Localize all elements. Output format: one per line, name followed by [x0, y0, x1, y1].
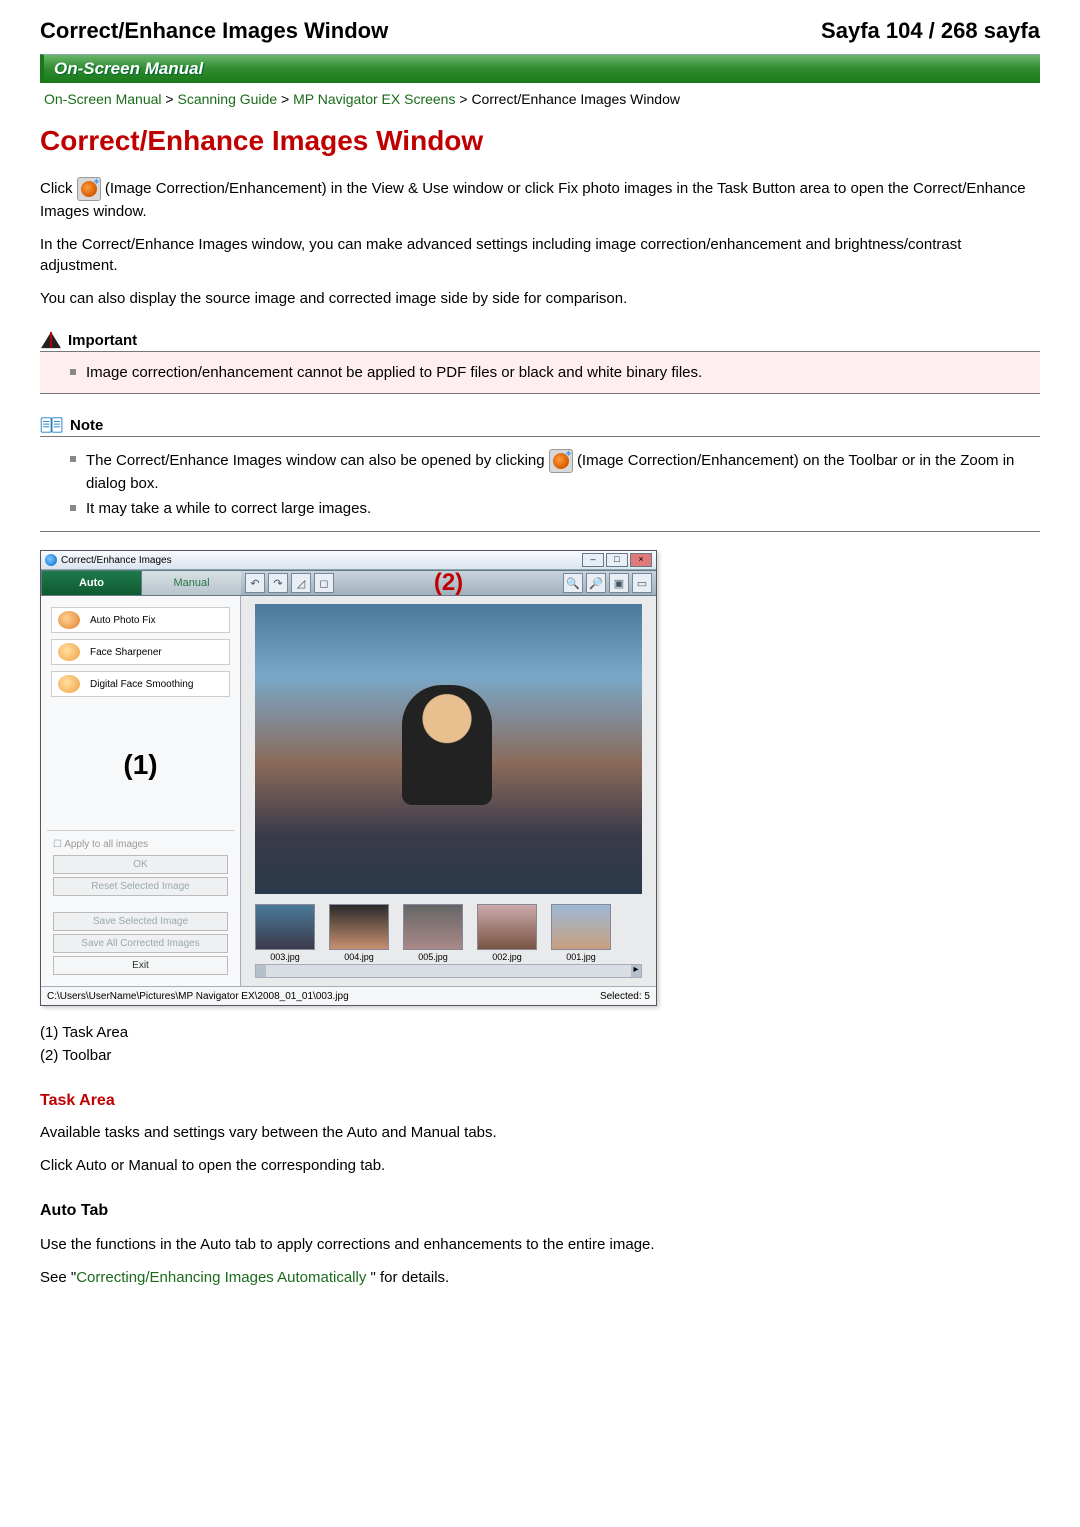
note-label: Note: [70, 417, 103, 434]
horizontal-scrollbar[interactable]: ▸: [255, 964, 642, 978]
intro-click: Click: [40, 180, 77, 197]
auto-photo-fix-button[interactable]: Auto Photo Fix: [51, 607, 230, 633]
breadcrumb-sep: >: [165, 91, 177, 107]
status-selected: Selected: 5: [600, 991, 650, 1002]
app-title-icon: [45, 554, 57, 566]
preview-pane: 003.jpg 004.jpg 005.jpg 002.jpg 001.jpg …: [241, 596, 656, 986]
zoom-out-icon[interactable]: 🔎: [586, 573, 606, 593]
auto-tab-p1: Use the functions in the Auto tab to app…: [40, 1234, 1040, 1255]
header-left: Correct/Enhance Images Window: [40, 18, 388, 44]
breadcrumb-link-1[interactable]: On-Screen Manual: [44, 91, 162, 107]
intro-p1: Click (Image Correction/Enhancement) in …: [40, 177, 1040, 222]
task-area-heading: Task Area: [40, 1092, 1040, 1110]
note-item-2: It may take a while to correct large ima…: [70, 498, 1030, 519]
maximize-button[interactable]: □: [606, 553, 628, 567]
fullscreen-icon[interactable]: ▭: [632, 573, 652, 593]
thumbnail[interactable]: 004.jpg: [329, 904, 389, 962]
important-label: Important: [68, 332, 137, 349]
toolbar: ↶ ↷ ◿ ◻ (2) 🔍 🔎 ▣ ▭: [241, 570, 656, 596]
toolbar-callout: (2): [434, 569, 463, 596]
legend-1: (1) Task Area: [40, 1024, 1040, 1041]
rotate-right-icon[interactable]: ↷: [268, 573, 288, 593]
save-selected-button[interactable]: Save Selected Image: [53, 912, 227, 931]
app-titlebar: Correct/Enhance Images – □ ×: [41, 551, 656, 570]
save-all-button[interactable]: Save All Corrected Images: [53, 934, 227, 953]
intro-after-icon: (Image Correction/Enhancement) in the Vi…: [40, 180, 1026, 220]
thumbnail[interactable]: 005.jpg: [403, 904, 463, 962]
status-path: C:\Users\UserName\Pictures\MP Navigator …: [47, 991, 349, 1002]
correction-enhancement-icon: [77, 177, 101, 201]
manual-bar: On-Screen Manual: [40, 54, 1040, 83]
page-header: Correct/Enhance Images Window Sayfa 104 …: [40, 18, 1040, 44]
breadcrumb-sep: >: [281, 91, 293, 107]
close-button[interactable]: ×: [630, 553, 652, 567]
zoom-in-icon[interactable]: 🔍: [563, 573, 583, 593]
digital-face-smoothing-icon: [58, 675, 80, 693]
app-title: Correct/Enhance Images: [61, 555, 172, 566]
breadcrumb-sep: >: [459, 91, 471, 107]
ok-button[interactable]: OK: [53, 855, 227, 874]
correction-enhancement-icon: [549, 449, 573, 473]
task-pane: Auto Photo Fix Face Sharpener Digital Fa…: [41, 596, 241, 986]
app-window: Correct/Enhance Images – □ × Auto Manual…: [40, 550, 657, 1006]
important-callout: Important Image correction/enhancement c…: [40, 331, 1040, 394]
status-bar: C:\Users\UserName\Pictures\MP Navigator …: [41, 986, 656, 1005]
task-area-p2: Click Auto or Manual to open the corresp…: [40, 1155, 1040, 1176]
note-callout: Note The Correct/Enhance Images window c…: [40, 416, 1040, 532]
auto-tab-heading: Auto Tab: [40, 1202, 1040, 1220]
auto-photo-fix-icon: [58, 611, 80, 629]
thumbnail[interactable]: 002.jpg: [477, 904, 537, 962]
page-title: Correct/Enhance Images Window: [40, 125, 1040, 157]
task-area-p1: Available tasks and settings vary betwee…: [40, 1122, 1040, 1143]
note-item-1: The Correct/Enhance Images window can al…: [70, 449, 1030, 494]
apply-all-checkbox[interactable]: ☐ Apply to all images: [47, 837, 234, 852]
task-callout: (1): [47, 700, 234, 830]
digital-face-smoothing-button[interactable]: Digital Face Smoothing: [51, 671, 230, 697]
intro-p2: In the Correct/Enhance Images window, yo…: [40, 234, 1040, 276]
rotate-left-icon[interactable]: ↶: [245, 573, 265, 593]
flip-icon[interactable]: ◿: [291, 573, 311, 593]
intro-p3: You can also display the source image an…: [40, 288, 1040, 309]
thumbnail[interactable]: 001.jpg: [551, 904, 611, 962]
face-sharpener-button[interactable]: Face Sharpener: [51, 639, 230, 665]
reset-button[interactable]: Reset Selected Image: [53, 877, 227, 896]
tab-auto[interactable]: Auto: [41, 570, 142, 596]
breadcrumb-current: Correct/Enhance Images Window: [471, 91, 680, 107]
breadcrumb-link-3[interactable]: MP Navigator EX Screens: [293, 91, 455, 107]
breadcrumb-link-2[interactable]: Scanning Guide: [177, 91, 277, 107]
auto-correct-link[interactable]: Correcting/Enhancing Images Automaticall…: [76, 1269, 366, 1286]
auto-tab-see: See "Correcting/Enhancing Images Automat…: [40, 1267, 1040, 1288]
thumbnail[interactable]: 003.jpg: [255, 904, 315, 962]
important-item-1: Image correction/enhancement cannot be a…: [70, 362, 1030, 383]
legend-2: (2) Toolbar: [40, 1047, 1040, 1064]
preview-image: [255, 604, 642, 894]
minimize-button[interactable]: –: [582, 553, 604, 567]
exit-button[interactable]: Exit: [53, 956, 227, 975]
header-right: Sayfa 104 / 268 sayfa: [821, 18, 1040, 44]
crop-icon[interactable]: ◻: [314, 573, 334, 593]
important-icon: [40, 331, 62, 349]
tab-manual[interactable]: Manual: [141, 570, 242, 596]
breadcrumb: On-Screen Manual > Scanning Guide > MP N…: [40, 91, 1040, 107]
compare-icon[interactable]: ▣: [609, 573, 629, 593]
face-sharpener-icon: [58, 643, 80, 661]
note-icon: [40, 416, 64, 434]
